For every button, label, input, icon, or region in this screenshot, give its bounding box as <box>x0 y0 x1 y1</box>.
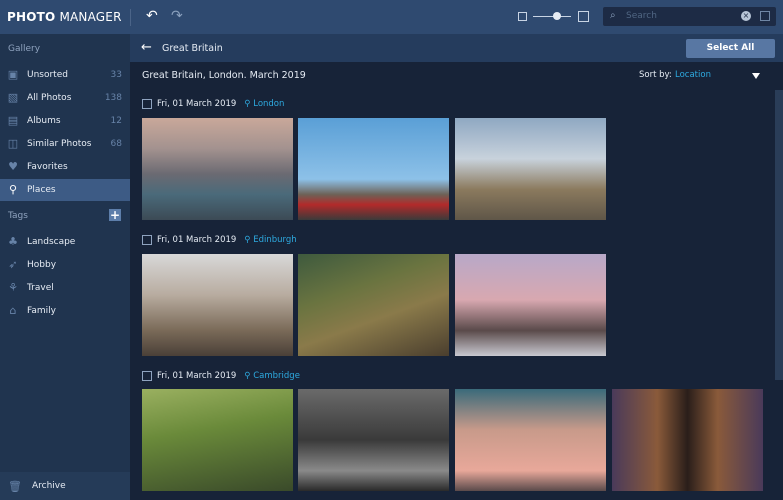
app-logo: PHOTO MANAGER <box>7 10 122 24</box>
search-input[interactable]: ⌕ Search × <box>603 7 776 26</box>
tags-heading: Tags <box>8 211 28 221</box>
tag-travel[interactable]: ⚘ Travel <box>0 277 130 299</box>
tag-landscape[interactable]: ♣ Landscape <box>0 231 130 253</box>
pin-icon: ⚲ <box>8 183 18 196</box>
count: 138 <box>104 93 122 103</box>
photo-thumbnail[interactable] <box>455 389 606 491</box>
house-icon: ⌂ <box>9 304 17 317</box>
sort-label: Sort by: <box>639 70 672 80</box>
clear-icon[interactable]: × <box>741 11 751 21</box>
label: Favorites <box>27 162 68 172</box>
photo-thumbnail[interactable] <box>298 118 449 220</box>
group-checkbox[interactable] <box>142 99 152 109</box>
sidebar-item-unsorted[interactable]: ▣ Unsorted 33 <box>0 64 130 86</box>
photo-thumbnail[interactable] <box>142 389 293 491</box>
undo-icon[interactable]: ↶ <box>146 8 158 24</box>
heart-icon: ♥ <box>8 160 18 173</box>
group-header: Fri, 01 March 2019 ⚲ Cambridge <box>142 371 300 381</box>
label: Archive <box>31 481 66 491</box>
redo-icon[interactable]: ↷ <box>171 8 183 24</box>
add-tag-button[interactable]: + <box>109 209 121 221</box>
sidebar-item-all-photos[interactable]: ▧ All Photos 138 <box>0 87 130 109</box>
group-checkbox[interactable] <box>142 371 152 381</box>
album-icon: ▤ <box>7 114 19 127</box>
label: Hobby <box>27 260 57 270</box>
photo-thumbnail[interactable] <box>142 118 293 220</box>
camera-icon: ▣ <box>7 68 19 81</box>
divider <box>130 9 131 26</box>
label: Places <box>27 185 56 195</box>
tag-hobby[interactable]: ➶ Hobby <box>0 254 130 276</box>
label: Family <box>27 306 56 316</box>
scrollbar[interactable] <box>775 90 783 380</box>
group-date: Fri, 01 March 2019 <box>157 235 237 245</box>
sidebar-item-albums[interactable]: ▤ Albums 12 <box>0 110 130 132</box>
label: All Photos <box>27 93 72 103</box>
zoom-slider[interactable] <box>533 16 571 17</box>
location-link[interactable]: ⚲ Edinburgh <box>244 235 296 245</box>
calendar-icon[interactable] <box>760 11 770 21</box>
group-date: Fri, 01 March 2019 <box>157 99 237 109</box>
sidebar-item-favorites[interactable]: ♥ Favorites <box>0 156 130 178</box>
photo-thumbnail[interactable] <box>142 254 293 356</box>
image-icon: ▧ <box>7 91 19 104</box>
group-header: Fri, 01 March 2019 ⚲ Edinburgh <box>142 235 297 245</box>
sidebar-item-similar-photos[interactable]: ◫ Similar Photos 68 <box>0 133 130 155</box>
zoom-small-icon[interactable] <box>518 12 527 21</box>
photo-thumbnail[interactable] <box>455 118 606 220</box>
count: 12 <box>110 116 122 126</box>
select-all-button[interactable]: Select All <box>686 39 775 58</box>
sidebar-item-places[interactable]: ⚲ Places <box>0 179 130 201</box>
gallery-heading: Gallery <box>8 44 41 54</box>
trash-icon: 🗑 <box>8 479 22 493</box>
label: Travel <box>27 283 54 293</box>
group-header: Fri, 01 March 2019 ⚲ London <box>142 99 284 109</box>
photo-thumbnail[interactable] <box>455 254 606 356</box>
photo-thumbnail[interactable] <box>298 389 449 491</box>
location-link[interactable]: ⚲ Cambridge <box>244 371 300 381</box>
count: 33 <box>110 70 122 80</box>
photo-thumbnail[interactable] <box>612 389 763 491</box>
page-title: Great Britain, London. March 2019 <box>142 70 306 81</box>
breadcrumb: Great Britain <box>162 43 223 54</box>
search-placeholder: Search <box>626 11 657 21</box>
sidebar-item-archive[interactable]: 🗑 Archive <box>0 472 130 500</box>
search-icon: ⌕ <box>610 10 616 21</box>
tree-icon: ♣ <box>8 235 18 248</box>
zoom-slider-handle[interactable] <box>553 12 561 20</box>
sort-select[interactable]: Location <box>675 70 711 80</box>
rocket-icon: ➶ <box>8 258 18 271</box>
similar-icon: ◫ <box>7 137 19 150</box>
count: 68 <box>110 139 122 149</box>
sidebar: Gallery ▣ Unsorted 33 ▧ All Photos 138 ▤ Albu… <box>0 34 130 500</box>
photo-thumbnail[interactable] <box>298 254 449 356</box>
tag-family[interactable]: ⌂ Family <box>0 300 130 322</box>
label: Albums <box>27 116 61 126</box>
back-arrow-icon[interactable]: ← <box>141 40 152 55</box>
label: Landscape <box>27 237 76 247</box>
location-link[interactable]: ⚲ London <box>244 99 284 109</box>
label: Unsorted <box>27 70 68 80</box>
palm-icon: ⚘ <box>8 281 18 294</box>
chevron-down-icon[interactable] <box>752 73 760 79</box>
label: Similar Photos <box>27 139 92 149</box>
group-date: Fri, 01 March 2019 <box>157 371 237 381</box>
zoom-large-icon[interactable] <box>578 11 589 22</box>
group-checkbox[interactable] <box>142 235 152 245</box>
